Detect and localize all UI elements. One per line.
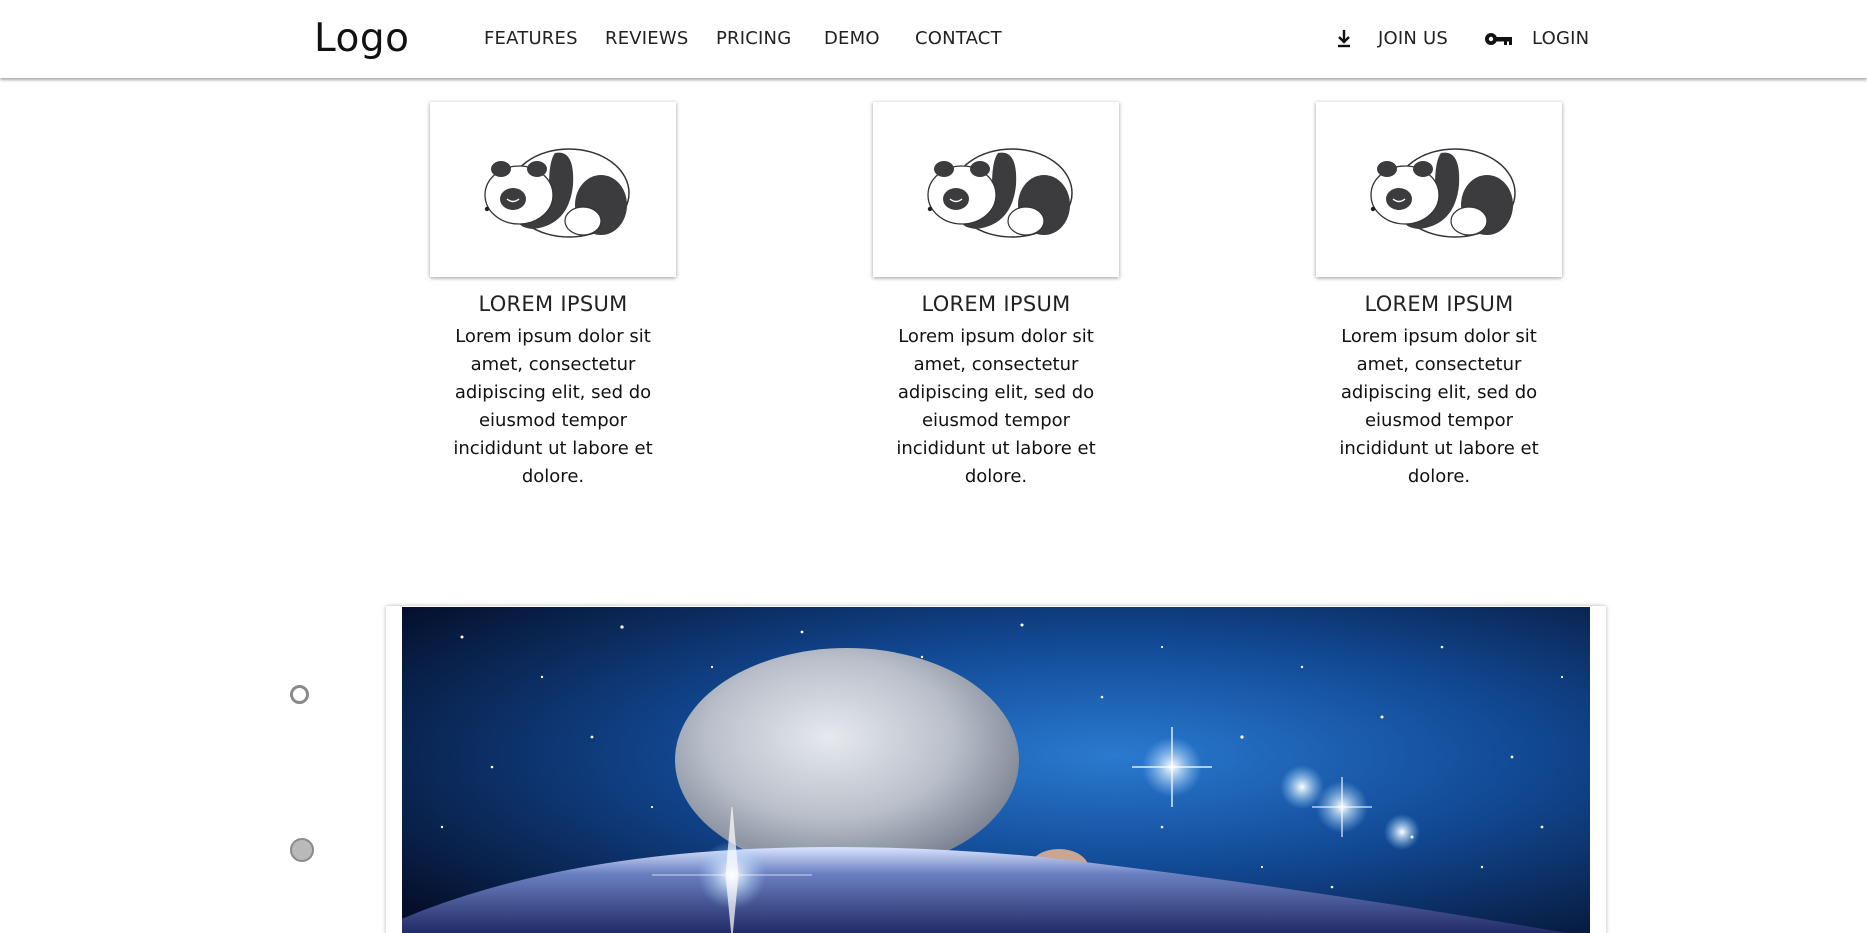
nav-demo[interactable]: DEMO bbox=[824, 28, 880, 49]
feature-card: LOREM IPSUM Lorem ipsum dolor sit amet, … bbox=[430, 102, 676, 491]
logo[interactable]: Logo bbox=[314, 16, 410, 61]
space-slide-image[interactable] bbox=[402, 607, 1590, 933]
panda-image bbox=[1316, 102, 1562, 277]
nav-features[interactable]: FEATURES bbox=[484, 28, 578, 49]
feature-description: Lorem ipsum dolor sit amet, consectetur … bbox=[896, 326, 1096, 487]
panda-image bbox=[430, 102, 676, 277]
image-slider bbox=[386, 606, 1606, 933]
slide-indicator-1[interactable] bbox=[290, 685, 309, 704]
feature-title: LOREM IPSUM bbox=[921, 292, 1071, 316]
feature-title: LOREM IPSUM bbox=[478, 292, 628, 316]
feature-description: Lorem ipsum dolor sit amet, consectetur … bbox=[453, 326, 653, 487]
feature-card: LOREM IPSUM Lorem ipsum dolor sit amet, … bbox=[873, 102, 1119, 491]
download-icon[interactable] bbox=[1334, 28, 1354, 54]
slide-indicator-2-active[interactable] bbox=[290, 838, 314, 862]
nav-reviews[interactable]: REVIEWS bbox=[605, 28, 689, 49]
panda-image bbox=[873, 102, 1119, 277]
join-us-link[interactable]: JOIN US bbox=[1378, 28, 1448, 49]
feature-card: LOREM IPSUM Lorem ipsum dolor sit amet, … bbox=[1316, 102, 1562, 491]
key-icon[interactable] bbox=[1484, 30, 1514, 52]
login-link[interactable]: LOGIN bbox=[1532, 28, 1589, 49]
top-navbar: Logo FEATURES REVIEWS PRICING DEMO CONTA… bbox=[0, 0, 1867, 78]
feature-description: Lorem ipsum dolor sit amet, consectetur … bbox=[1339, 326, 1539, 487]
nav-contact[interactable]: CONTACT bbox=[915, 28, 1002, 49]
nav-pricing[interactable]: PRICING bbox=[716, 28, 791, 49]
feature-title: LOREM IPSUM bbox=[1364, 292, 1514, 316]
